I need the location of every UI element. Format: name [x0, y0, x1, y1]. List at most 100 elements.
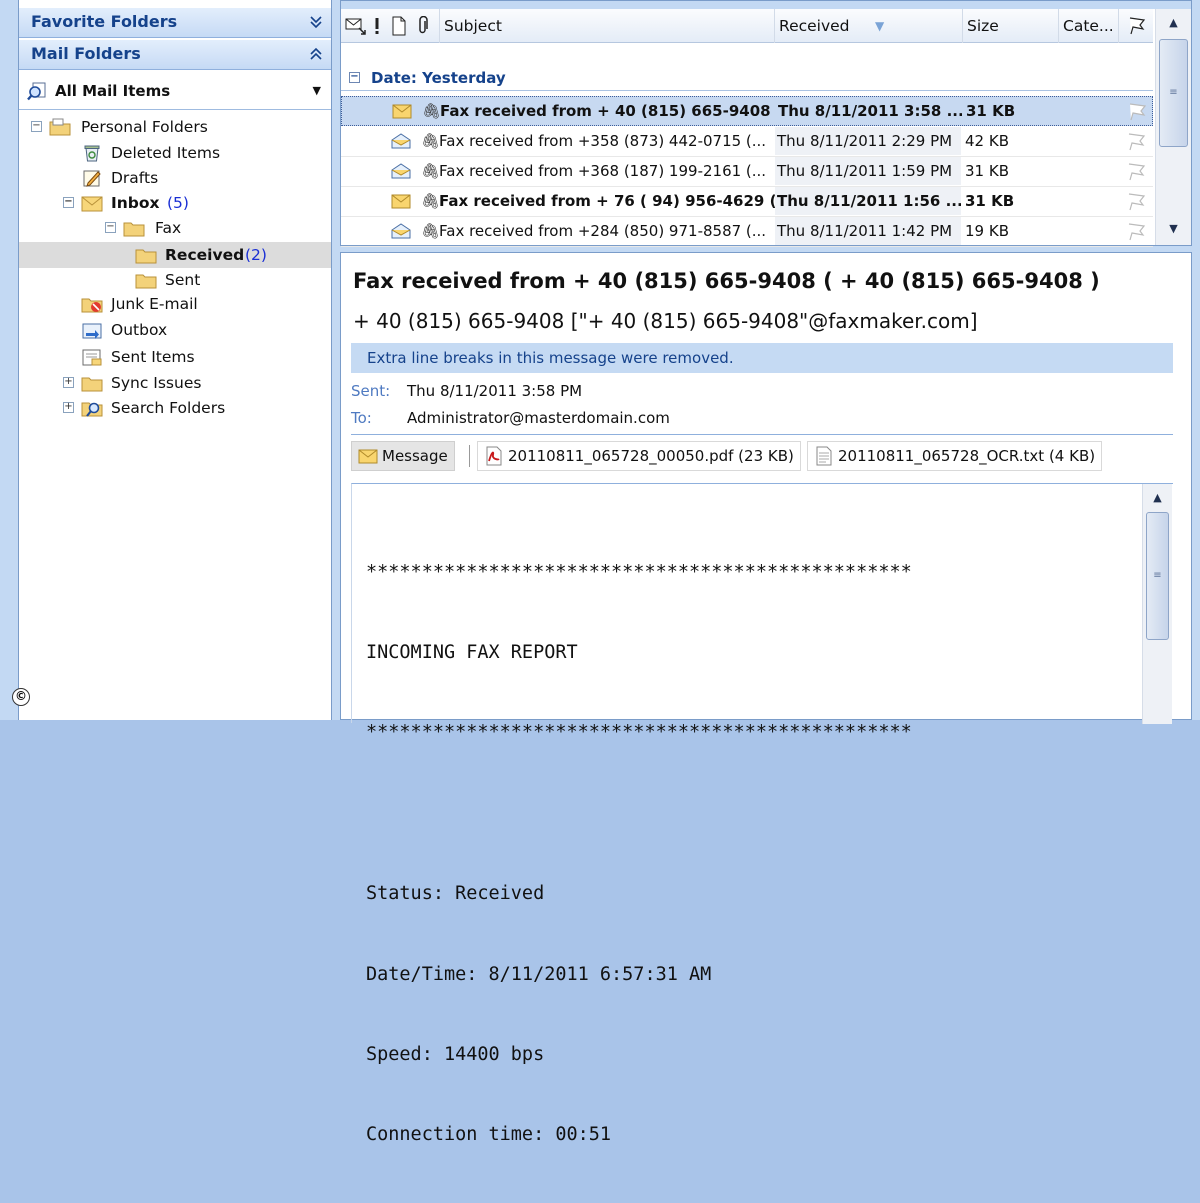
message-row[interactable]: 🖇 Fax received from + 76 ( 94) 956-4629 … — [341, 187, 1153, 217]
outbox-icon — [82, 323, 102, 339]
tree-label: Received — [165, 246, 245, 264]
dropdown-arrow-icon[interactable]: ▼ — [313, 72, 321, 110]
subject-column-header[interactable]: Subject — [439, 9, 775, 43]
attachment-icon: 🖇 — [421, 222, 441, 240]
message-body[interactable]: ****************************************… — [351, 483, 1173, 1145]
importance-column-icon[interactable] — [373, 16, 381, 40]
all-mail-items-dropdown[interactable]: All Mail Items ▼ — [19, 72, 331, 110]
expand-icon[interactable]: + — [63, 377, 74, 388]
message-received: Thu 8/11/2011 3:58 ... — [778, 102, 962, 120]
junk-email-icon — [81, 298, 103, 313]
tree-label: Sent — [165, 271, 201, 289]
flag-column-icon[interactable] — [1127, 16, 1147, 40]
mail-folders-header[interactable]: Mail Folders — [19, 40, 331, 70]
read-envelope-icon — [391, 223, 411, 239]
navigation-pane: Favorite Folders Mail Folders All Mail I… — [0, 0, 332, 720]
message-size: 31 KB — [965, 162, 1009, 180]
tree-label: Drafts — [111, 169, 159, 187]
message-size: 19 KB — [965, 222, 1009, 240]
favorite-folders-header[interactable]: Favorite Folders — [19, 8, 331, 38]
reading-pane: Fax received from + 40 (815) 665-9408 ( … — [340, 252, 1192, 1145]
flag-icon[interactable] — [1125, 191, 1147, 211]
message-list-scrollbar[interactable]: ▲ ≡ ▼ — [1155, 9, 1191, 245]
attachment-pdf[interactable]: 20110811_065728_00050.pdf (23 KB) — [477, 441, 801, 471]
unread-envelope-icon — [391, 194, 411, 209]
message-subject-heading: Fax received from + 40 (815) 665-9408 ( … — [353, 269, 1100, 293]
categories-column-header[interactable]: Cate... — [1059, 9, 1119, 43]
document-column-icon[interactable] — [391, 16, 407, 40]
text-file-icon — [816, 446, 832, 466]
message-subject: Fax received from + 40 (815) 665-9408 ..… — [440, 102, 776, 120]
body-line: Speed: 14400 bps — [366, 1043, 545, 1065]
message-row[interactable]: 🖇 Fax received from +284 (850) 971-8587 … — [341, 217, 1153, 247]
message-tab-button[interactable]: Message — [351, 441, 455, 471]
message-class-column-icon[interactable] — [345, 16, 367, 40]
message-row[interactable]: 🖇 Fax received from + 40 (815) 665-9408 … — [341, 96, 1153, 126]
sent-items-icon — [82, 349, 102, 366]
navigation-pane-content: Favorite Folders Mail Folders All Mail I… — [18, 0, 332, 720]
collapse-icon[interactable]: − — [105, 222, 116, 233]
scroll-up-arrow-icon[interactable]: ▲ — [1143, 488, 1172, 508]
mail-folders-label: Mail Folders — [31, 44, 141, 63]
message-size: 31 KB — [966, 102, 1016, 120]
attachment-column-icon[interactable] — [417, 15, 429, 40]
to-value[interactable]: Administrator@masterdomain.com — [407, 409, 670, 427]
message-received: Thu 8/11/2011 1:59 PM — [775, 157, 961, 185]
message-row[interactable]: 🖇 Fax received from +358 (873) 442-0715 … — [341, 127, 1153, 157]
sent-label: Sent: — [351, 382, 391, 400]
message-subject: Fax received from +358 (873) 442-0715 (.… — [439, 132, 767, 150]
pdf-icon — [486, 446, 502, 466]
message-row[interactable]: 🖇 Fax received from +368 (187) 199-2161 … — [341, 157, 1153, 187]
collapse-icon[interactable]: − — [31, 121, 42, 132]
folder-icon — [123, 222, 145, 237]
scrollbar-thumb[interactable]: ≡ — [1159, 39, 1188, 147]
trash-icon — [84, 145, 100, 162]
tree-label: Sync Issues — [111, 374, 202, 392]
tree-label: Search Folders — [111, 399, 226, 417]
body-line: Status: Received — [366, 883, 545, 905]
message-body-text: ****************************************… — [366, 506, 912, 1203]
scrollbar-thumb[interactable]: ≡ — [1146, 512, 1169, 640]
message-received: Thu 8/11/2011 1:56 ... — [775, 187, 961, 215]
flag-icon[interactable] — [1126, 101, 1148, 121]
message-body-scrollbar[interactable]: ▲ ≡ — [1142, 484, 1172, 724]
group-header-date-yesterday[interactable]: − Date: Yesterday — [341, 65, 1153, 91]
scroll-down-arrow-icon[interactable]: ▼ — [1156, 219, 1191, 239]
favorite-folders-label: Favorite Folders — [31, 12, 178, 31]
flag-icon[interactable] — [1125, 161, 1147, 181]
list-top-border — [341, 1, 1191, 9]
body-line: ****************************************… — [366, 561, 912, 583]
collapse-icon[interactable]: − — [63, 197, 74, 208]
body-line: Date/Time: 8/11/2011 6:57:31 AM — [366, 963, 712, 985]
attachment-separator — [469, 445, 470, 467]
attachment-icon: 🖇 — [421, 192, 441, 210]
flag-icon[interactable] — [1125, 221, 1147, 241]
expand-icon[interactable]: + — [63, 402, 74, 413]
received-column-label: Received — [779, 17, 850, 35]
tree-label: Outbox — [111, 321, 168, 339]
attachment-pdf-label: 20110811_065728_00050.pdf (23 KB) — [508, 447, 794, 465]
flag-icon[interactable] — [1125, 131, 1147, 151]
tree-label: Deleted Items — [111, 144, 221, 162]
personal-folders-icon — [49, 118, 71, 136]
size-column-label: Size — [967, 17, 999, 35]
message-size: 31 KB — [965, 192, 1015, 210]
received-column-header[interactable]: Received ▼ — [775, 9, 963, 43]
message-received: Thu 8/11/2011 1:42 PM — [775, 217, 961, 245]
collapse-group-icon[interactable]: − — [349, 72, 360, 83]
message-received: Thu 8/11/2011 2:29 PM — [775, 127, 961, 155]
tree-label: Junk E-mail — [111, 295, 198, 313]
search-folder-icon — [27, 82, 46, 101]
body-line: ****************************************… — [366, 722, 912, 744]
message-subject: Fax received from + 76 ( 94) 956-4629 (.… — [439, 192, 775, 210]
scroll-up-arrow-icon[interactable]: ▲ — [1156, 13, 1191, 33]
attachment-txt[interactable]: 20110811_065728_OCR.txt (4 KB) — [807, 441, 1103, 471]
message-sender: + 40 (815) 665-9408 ["+ 40 (815) 665-940… — [353, 309, 978, 333]
body-line: Connection time: 00:51 — [366, 1124, 612, 1146]
body-line: INCOMING FAX REPORT — [366, 641, 578, 663]
received-unread-count: (2) — [245, 246, 267, 264]
message-subject: Fax received from +284 (850) 971-8587 (.… — [439, 222, 767, 240]
tree-label: Personal Folders — [81, 118, 208, 136]
info-bar[interactable]: Extra line breaks in this message were r… — [351, 343, 1173, 373]
size-column-header[interactable]: Size — [963, 9, 1059, 43]
